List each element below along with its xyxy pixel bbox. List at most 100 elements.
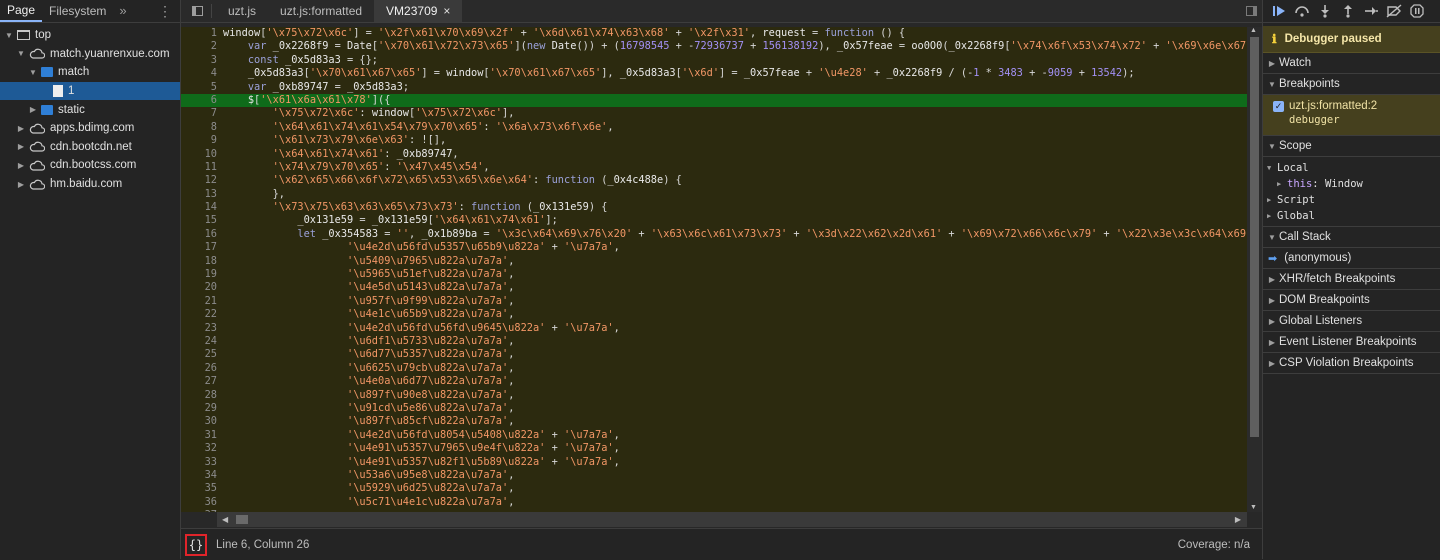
line-number[interactable]: 7 — [181, 107, 223, 120]
tree-item[interactable]: 1 — [0, 81, 180, 101]
line-number[interactable]: 25 — [181, 348, 223, 361]
line-number[interactable]: 33 — [181, 456, 223, 469]
scroll-thumb-horizontal[interactable] — [236, 515, 248, 524]
line-number[interactable]: 26 — [181, 362, 223, 375]
line-number[interactable]: 24 — [181, 335, 223, 348]
code-line[interactable]: 14 '\x73\x75\x63\x63\x65\x73\x73': funct… — [181, 201, 1247, 214]
code-line[interactable]: 26 '\u6625\u79cb\u822a\u7a7a', — [181, 362, 1247, 375]
tree-item[interactable]: ▶ apps.bdimg.com — [0, 119, 180, 138]
line-number[interactable]: 1 — [181, 27, 223, 40]
code-line[interactable]: 9 '\x61\x73\x79\x6e\x63': ![], — [181, 134, 1247, 147]
toggle-debugger-icon[interactable] — [1240, 0, 1262, 22]
code-line[interactable]: 33 '\u4e91\u5357\u82f1\u5b89\u822a' + '\… — [181, 456, 1247, 469]
tab-filesystem[interactable]: Filesystem — [42, 0, 113, 22]
line-number[interactable]: 20 — [181, 281, 223, 294]
breakpoint-checkbox[interactable]: ✓ — [1273, 101, 1284, 112]
section-scope[interactable]: ▼ Scope — [1263, 136, 1440, 157]
line-number[interactable]: 2 — [181, 40, 223, 53]
code-line[interactable]: 2 var _0x2268f9 = Date['\x70\x61\x72\x73… — [181, 40, 1247, 53]
breakpoint-item[interactable]: ✓ uzt.js:formatted:2 debugger — [1263, 95, 1440, 136]
line-number[interactable]: 32 — [181, 442, 223, 455]
scroll-left-icon[interactable]: ◀ — [222, 515, 228, 524]
line-number[interactable]: 4 — [181, 67, 223, 80]
section-watch[interactable]: ▶ Watch — [1263, 53, 1440, 74]
code-line[interactable]: 4 _0x5d83a3['\x70\x61\x67\x65'] = window… — [181, 67, 1247, 80]
more-tabs-icon[interactable]: » — [113, 0, 132, 22]
line-number[interactable]: 35 — [181, 482, 223, 495]
tab-uzt-js[interactable]: uzt.js — [216, 0, 268, 22]
tree-item[interactable]: ▶ cdn.bootcdn.net — [0, 138, 180, 157]
code-line[interactable]: 35 '\u5929\u6d25\u822a\u7a7a', — [181, 482, 1247, 495]
code-line[interactable]: 1 window['\x75\x72\x6c'] = '\x2f\x61\x70\… — [181, 27, 1247, 40]
code-line[interactable]: 18 '\u5409\u7965\u822a\u7a7a', — [181, 255, 1247, 268]
line-number[interactable]: 17 — [181, 241, 223, 254]
code-line[interactable]: 32 '\u4e91\u5357\u7965\u9e4f\u822a' + '\… — [181, 442, 1247, 455]
line-number[interactable]: 29 — [181, 402, 223, 415]
code-line[interactable]: 28 '\u897f\u90e8\u822a\u7a7a', — [181, 389, 1247, 402]
code-line[interactable]: 11 '\x74\x79\x70\x65': '\x47\x45\x54', — [181, 161, 1247, 174]
code-line[interactable]: 5 var _0xb89747 = _0x5d83a3; — [181, 81, 1247, 94]
code-line[interactable]: 23 '\u4e2d\u56fd\u56fd\u9645\u822a' + '\… — [181, 322, 1247, 335]
code-line[interactable]: 29 '\u91cd\u5e86\u822a\u7a7a', — [181, 402, 1247, 415]
code-line[interactable]: 30 '\u897f\u85cf\u822a\u7a7a', — [181, 415, 1247, 428]
tab-vm23709[interactable]: VM23709 × — [374, 0, 463, 22]
code-line[interactable]: 6 $['\x61\x6a\x61\x78']({ — [181, 93, 1247, 108]
code-line[interactable]: 13 }, — [181, 188, 1247, 201]
scroll-thumb[interactable] — [1250, 37, 1259, 437]
horizontal-scrollbar[interactable]: ◀ ▶ — [217, 512, 1247, 527]
code-line[interactable]: 17 '\u4e2d\u56fd\u5357\u65b9\u822a' + '\… — [181, 241, 1247, 254]
step-out-icon[interactable] — [1340, 3, 1356, 19]
pause-on-exceptions-icon[interactable] — [1409, 3, 1425, 19]
code-view[interactable]: 1 window['\x75\x72\x6c'] = '\x2f\x61\x70\… — [181, 27, 1247, 512]
code-line[interactable]: 19 '\u5965\u51ef\u822a\u7a7a', — [181, 268, 1247, 281]
scope-local[interactable]: ▼ Local — [1263, 160, 1440, 176]
tree-item[interactable]: ▼ top — [0, 26, 180, 45]
section-breakpoints[interactable]: ▼ Breakpoints — [1263, 74, 1440, 95]
code-line[interactable]: 20 '\u4e5d\u5143\u822a\u7a7a', — [181, 281, 1247, 294]
deactivate-breakpoints-icon[interactable] — [1386, 3, 1402, 19]
tree-item[interactable]: ▶ static — [0, 100, 180, 119]
line-number[interactable]: 28 — [181, 389, 223, 402]
line-number[interactable]: 3 — [181, 54, 223, 67]
code-line[interactable]: 24 '\u6df1\u5733\u822a\u7a7a', — [181, 335, 1247, 348]
line-number[interactable]: 9 — [181, 134, 223, 147]
line-number[interactable]: 11 — [181, 161, 223, 174]
line-number[interactable]: 23 — [181, 322, 223, 335]
vertical-scrollbar[interactable]: ▲ ▼ — [1247, 27, 1262, 512]
resume-icon[interactable] — [1271, 3, 1287, 19]
scroll-right-icon[interactable]: ▶ — [1235, 515, 1241, 524]
step-icon[interactable] — [1363, 3, 1379, 19]
line-number[interactable]: 12 — [181, 174, 223, 187]
coverage-status[interactable]: Coverage: n/a — [1178, 539, 1250, 551]
line-number[interactable]: 27 — [181, 375, 223, 388]
line-number[interactable]: 5 — [181, 81, 223, 94]
tree-item[interactable]: ▶ cdn.bootcss.com — [0, 156, 180, 175]
line-number[interactable]: 19 — [181, 268, 223, 281]
line-number[interactable]: 22 — [181, 308, 223, 321]
call-frame[interactable]: ➡ (anonymous) — [1263, 248, 1440, 269]
tab-page[interactable]: Page — [0, 0, 43, 22]
code-line[interactable]: 16 let _0x354583 = '', _0x1b89ba = '\x3c… — [181, 228, 1247, 241]
line-number[interactable]: 13 — [181, 188, 223, 201]
code-line[interactable]: 21 '\u957f\u9f99\u822a\u7a7a', — [181, 295, 1247, 308]
code-line[interactable]: 34 '\u53a6\u95e8\u822a\u7a7a', — [181, 469, 1247, 482]
scope-this[interactable]: ▶ this: Window — [1263, 176, 1440, 192]
scroll-up-icon[interactable]: ▲ — [1250, 27, 1257, 34]
section-dom-breakpoints[interactable]: ▶ DOM Breakpoints — [1263, 290, 1440, 311]
code-line[interactable]: 7 '\x75\x72\x6c': window['\x75\x72\x6c']… — [181, 107, 1247, 120]
tree-item[interactable]: ▼ match.yuanrenxue.com — [0, 45, 180, 64]
line-number[interactable]: 18 — [181, 255, 223, 268]
section-call-stack[interactable]: ▼ Call Stack — [1263, 227, 1440, 248]
code-line[interactable]: 25 '\u6d77\u5357\u822a\u7a7a', — [181, 348, 1247, 361]
scope-global[interactable]: ▶ Global — [1263, 208, 1440, 224]
line-number[interactable]: 31 — [181, 429, 223, 442]
line-number[interactable]: 21 — [181, 295, 223, 308]
code-line[interactable]: 36 '\u5c71\u4e1c\u822a\u7a7a', — [181, 496, 1247, 509]
tree-item[interactable]: ▼ match — [0, 63, 180, 82]
line-number[interactable]: 8 — [181, 121, 223, 134]
line-number[interactable]: 34 — [181, 469, 223, 482]
step-over-icon[interactable] — [1294, 3, 1310, 19]
line-number[interactable]: 16 — [181, 228, 223, 241]
code-line[interactable]: 31 '\u4e2d\u56fd\u8054\u5408\u822a' + '\… — [181, 429, 1247, 442]
code-line[interactable]: 27 '\u4e0a\u6d77\u822a\u7a7a', — [181, 375, 1247, 388]
